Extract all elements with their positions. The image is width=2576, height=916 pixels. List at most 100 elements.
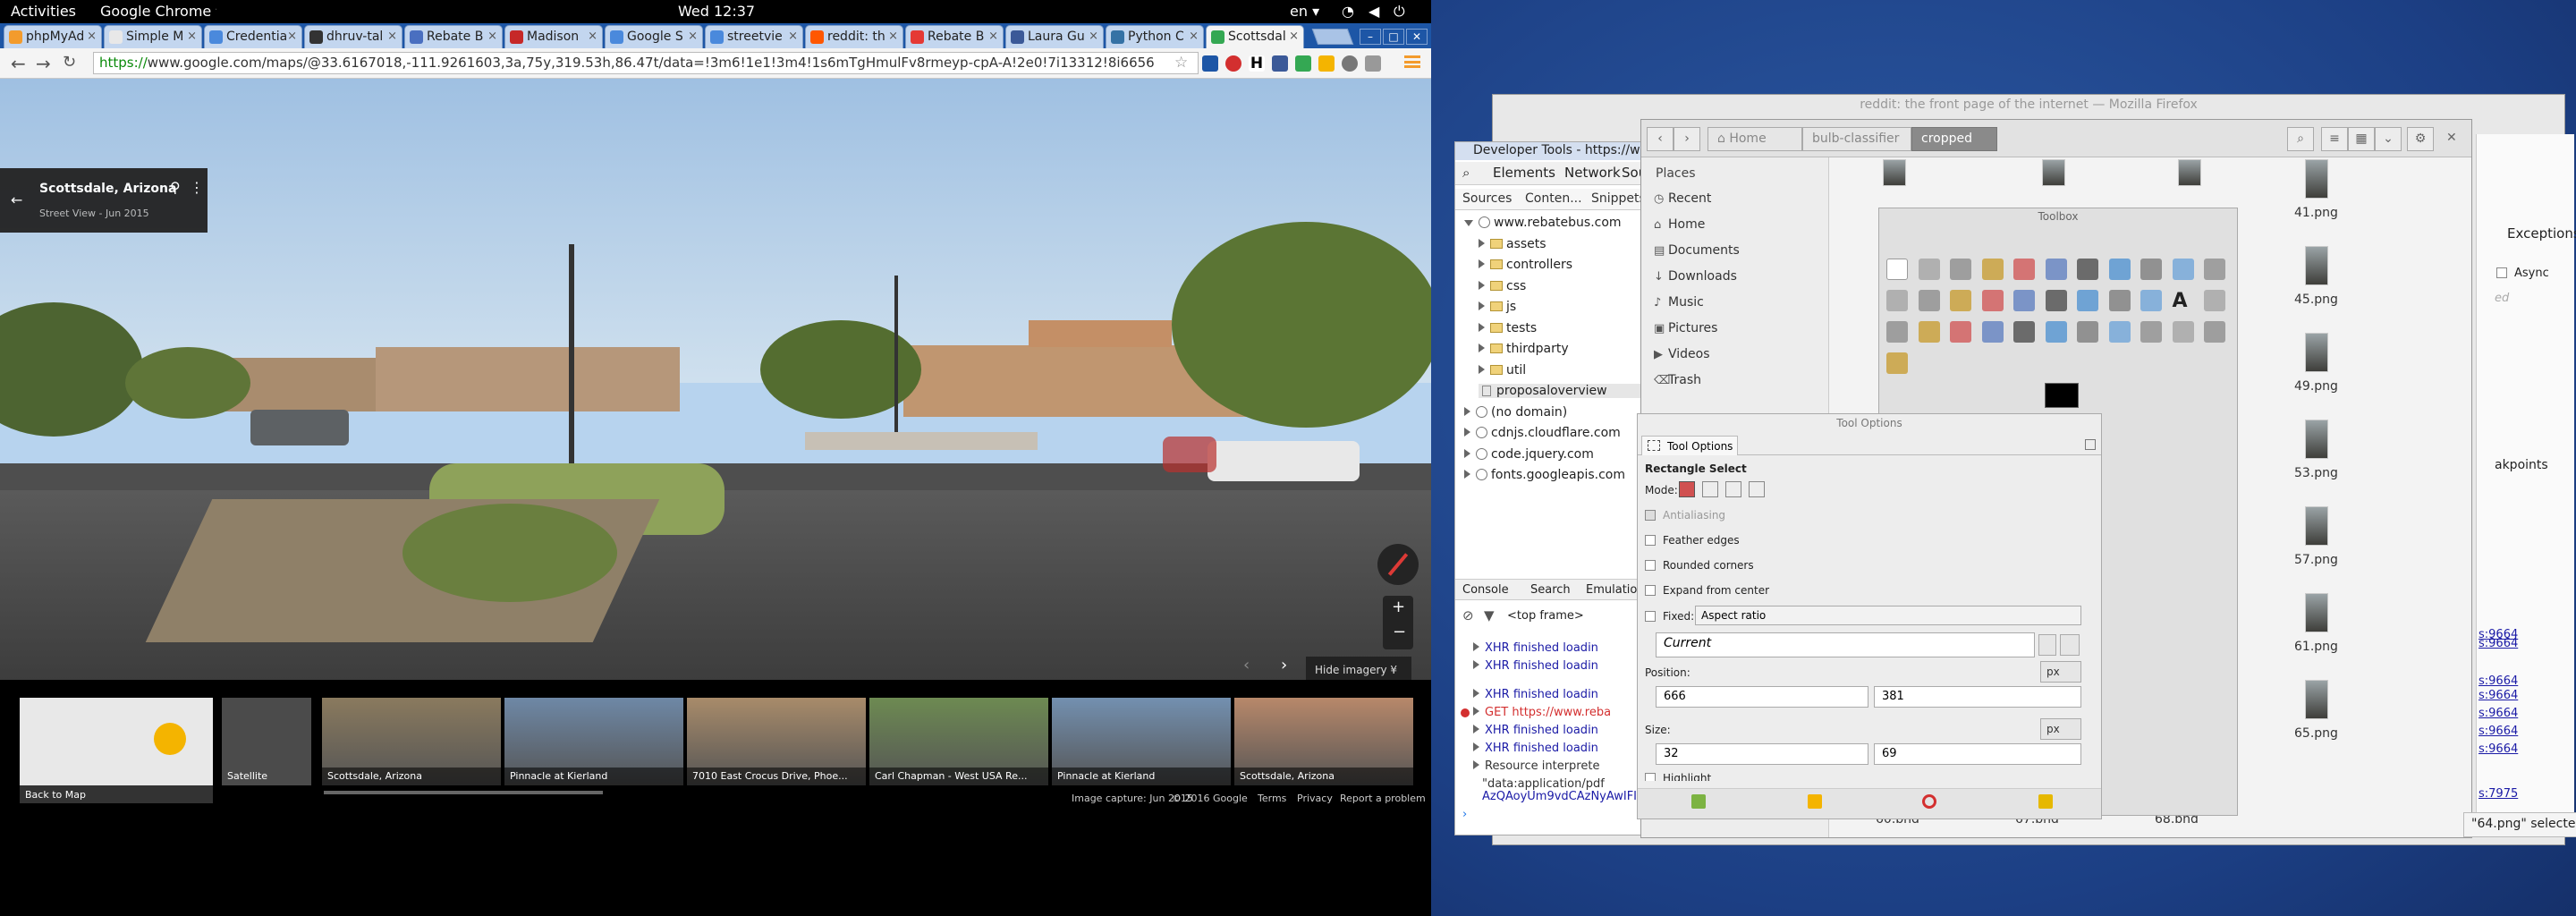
color-picker-tool-icon[interactable] (2140, 259, 2162, 280)
frame-selector[interactable]: <top frame> (1507, 609, 1584, 623)
browser-tab[interactable]: Google S × (605, 25, 703, 48)
disclosure-triangle-icon[interactable] (1464, 406, 1470, 416)
file-name[interactable]: 49.png (2294, 379, 2338, 394)
tab-close-icon[interactable]: × (1189, 30, 1199, 43)
align-tool-icon[interactable] (1918, 290, 1940, 311)
ink-tool-icon[interactable] (2045, 321, 2067, 343)
position-y-field[interactable]: 381 (1874, 686, 2081, 708)
forward-icon[interactable]: → (36, 53, 51, 74)
volume-icon[interactable]: ◀ (1368, 3, 1379, 20)
back-to-map-card[interactable] (20, 698, 213, 785)
browser-tab[interactable]: Madison × (504, 25, 603, 48)
extension-icon-8[interactable] (1365, 55, 1381, 72)
expand-icon[interactable] (1473, 689, 1479, 698)
current-field[interactable]: Current (1656, 632, 2035, 657)
settings-icon[interactable]: ⚙ (2407, 127, 2434, 151)
place-recent[interactable]: ◷ Recent (1654, 191, 1711, 206)
smudge-tool-icon[interactable] (2140, 321, 2162, 343)
tab-network[interactable]: Network (1564, 165, 1621, 181)
expand-icon[interactable] (1473, 725, 1479, 734)
tab-emulation[interactable]: Emulatio (1586, 583, 1637, 597)
source-tree-item[interactable]: js (1479, 300, 1516, 314)
expand-icon[interactable] (1473, 742, 1479, 751)
browser-tab[interactable]: Rebate B × (404, 25, 503, 48)
place-music[interactable]: ♪ Music (1654, 295, 1704, 310)
tab-close-icon[interactable]: × (387, 30, 397, 43)
zoom-out-icon[interactable]: − (1393, 623, 1406, 641)
imagery-card[interactable]: Scottsdale, Arizona (322, 698, 501, 785)
source-tree-item[interactable]: (no domain) (1464, 405, 1567, 420)
subtab-content[interactable]: Conten... (1525, 191, 1582, 206)
close-button[interactable]: ✕ (1406, 29, 1428, 45)
script-link[interactable]: s:9664 (2479, 725, 2518, 738)
source-tree-item[interactable]: code.jquery.com (1464, 447, 1594, 462)
file-thumbnail[interactable] (2305, 506, 2328, 546)
crumb-cropped[interactable]: cropped (1911, 127, 1997, 151)
clear-icon[interactable] (2060, 634, 2080, 656)
file-thumbnail[interactable] (2305, 333, 2328, 372)
color-select-tool-icon[interactable] (2013, 259, 2035, 280)
file-thumbnail[interactable] (2305, 593, 2328, 632)
file-name[interactable]: 41.png (2294, 206, 2338, 220)
tab-close-icon[interactable]: × (588, 30, 597, 43)
extension-icon-1[interactable] (1202, 55, 1218, 72)
satellite-card[interactable]: Satellite (222, 698, 311, 785)
place-documents[interactable]: ▤ Documents (1654, 243, 1740, 258)
file-thumbnail[interactable] (2305, 680, 2328, 719)
expand-icon[interactable] (1473, 642, 1479, 651)
mode-replace-icon[interactable] (1679, 481, 1695, 497)
language-indicator[interactable]: en ▾ (1290, 3, 1319, 20)
pin-icon[interactable]: ⚲ (170, 179, 181, 196)
source-tree-item[interactable]: cdnjs.cloudflare.com (1464, 426, 1621, 440)
foreground-select-tool-icon[interactable] (2077, 259, 2098, 280)
browser-tab[interactable]: Laura Gu × (1005, 25, 1104, 48)
size-height-field[interactable]: 69 (1874, 743, 2081, 765)
rounded-corners-checkbox[interactable]: Rounded corners (1645, 559, 1754, 572)
fixed-select[interactable]: Aspect ratio (1695, 606, 2081, 625)
position-x-field[interactable]: 666 (1656, 686, 1868, 708)
paths-tool-icon[interactable] (2108, 259, 2131, 280)
browser-tab[interactable]: streetvie × (705, 25, 803, 48)
source-tree-item[interactable]: tests (1479, 321, 1537, 335)
fixed-checkbox[interactable]: Fixed: (1645, 610, 1694, 623)
perspective-tool-icon[interactable] (2077, 290, 2098, 311)
source-tree-item[interactable]: thirdparty (1479, 342, 1569, 356)
size-width-field[interactable]: 32 (1656, 743, 1868, 765)
mode-intersect-icon[interactable] (1749, 481, 1765, 497)
dock-menu-icon[interactable] (2085, 439, 2096, 450)
minimize-button[interactable]: – (1360, 29, 1381, 45)
map-footer-link[interactable]: Report a problem (1340, 793, 1426, 804)
crop-tool-icon[interactable] (1950, 290, 1971, 311)
text-tool-icon[interactable]: A (2173, 290, 2194, 312)
imagery-card[interactable]: 7010 East Crocus Drive, Phoe... (687, 698, 866, 785)
heal-tool-icon[interactable] (2108, 321, 2131, 343)
script-link[interactable]: s:9664 (2479, 689, 2518, 702)
paste-icon[interactable] (2038, 634, 2056, 656)
extension-icon-6[interactable] (1318, 55, 1335, 72)
mode-subtract-icon[interactable] (1725, 481, 1741, 497)
imagery-card[interactable]: Carl Chapman - West USA Re... (869, 698, 1048, 785)
zoom-tool-icon[interactable] (2172, 259, 2194, 280)
extension-icon-7[interactable] (1342, 55, 1358, 72)
place-home[interactable]: ⌂ Home (1654, 217, 1705, 232)
browser-tab[interactable]: dhruv-tal × (304, 25, 402, 48)
dodge-tool-icon[interactable] (2172, 321, 2194, 343)
maximize-button[interactable]: □ (1383, 29, 1404, 45)
browser-tab[interactable]: Scottsdal × (1206, 25, 1304, 48)
app-menu[interactable]: Google Chrome ▾ (100, 3, 216, 20)
fuzzy-select-tool-icon[interactable] (1981, 259, 2004, 280)
extension-icon-4[interactable] (1272, 55, 1288, 72)
street-view-panorama[interactable]: ← Scottsdale, Arizona Street View - Jun … (0, 79, 1431, 680)
crumb-home[interactable]: ⌂ Home (1707, 127, 1802, 151)
scale-tool-icon[interactable] (2013, 290, 2035, 311)
reload-icon[interactable]: ↻ (63, 53, 76, 72)
imagery-card[interactable]: Scottsdale, Arizona (1234, 698, 1413, 785)
back-arrow-icon[interactable]: ← (11, 191, 22, 208)
back-icon[interactable]: ‹ (1647, 127, 1674, 151)
burn-tool-icon[interactable] (2204, 321, 2225, 343)
browser-tab[interactable]: Python C × (1106, 25, 1204, 48)
file-name[interactable]: 61.png (2294, 640, 2338, 654)
expand-icon[interactable] (1473, 660, 1479, 669)
clone-tool-icon[interactable] (2077, 321, 2098, 343)
position-unit-select[interactable]: px (2040, 661, 2081, 683)
